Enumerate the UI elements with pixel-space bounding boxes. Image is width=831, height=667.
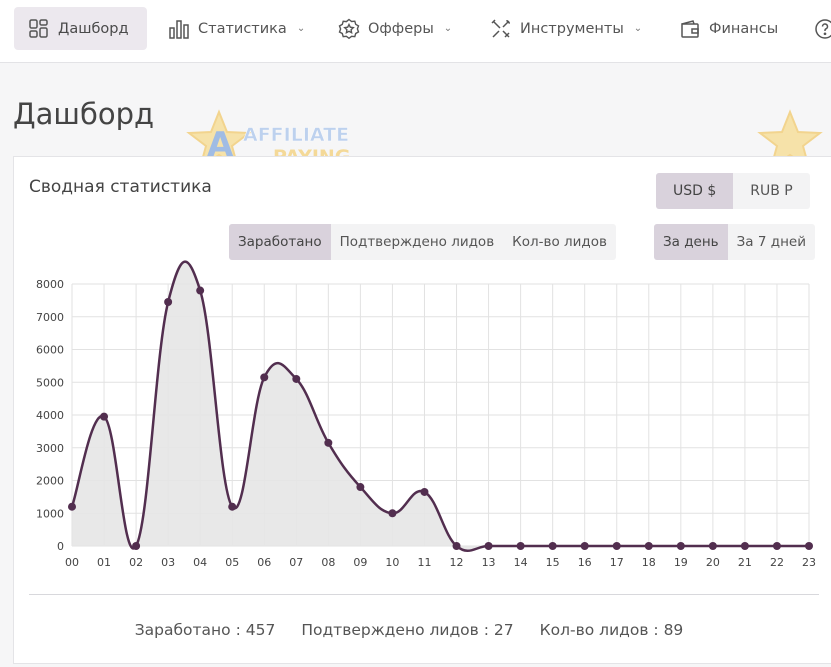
y-tick-label: 4000: [36, 409, 64, 422]
y-tick-label: 5000: [36, 376, 64, 389]
x-tick-label: 06: [257, 556, 271, 569]
x-tick-label: 03: [161, 556, 175, 569]
x-tick-label: 01: [97, 556, 111, 569]
data-point[interactable]: [260, 373, 269, 382]
x-tick-label: 09: [353, 556, 367, 569]
x-tick-label: 16: [578, 556, 592, 569]
summary-totals: Заработано : 457 Подтверждено лидов : 27…: [14, 621, 804, 639]
bar-chart-icon: [169, 19, 189, 39]
summary-card: Сводная статистика USD $ RUB Р Заработан…: [13, 156, 831, 664]
chevron-down-icon: ⌄: [633, 23, 643, 34]
y-tick-label: 7000: [36, 311, 64, 324]
x-tick-label: 23: [802, 556, 816, 569]
summary-earned: Заработано : 457: [134, 621, 276, 639]
data-point[interactable]: [805, 542, 813, 550]
data-point[interactable]: [580, 542, 589, 550]
tools-icon: [491, 18, 511, 38]
y-tick-label: 8000: [36, 278, 64, 291]
data-point[interactable]: [612, 542, 621, 550]
x-tick-label: 22: [770, 556, 784, 569]
data-point[interactable]: [292, 374, 301, 383]
divider: [29, 594, 819, 595]
y-tick-label: 2000: [36, 475, 64, 488]
x-tick-label: 00: [65, 556, 79, 569]
data-point[interactable]: [484, 542, 493, 550]
data-point[interactable]: [132, 542, 141, 550]
summary-leads: Кол-во лидов : 89: [539, 621, 684, 639]
data-point[interactable]: [100, 412, 109, 421]
x-tick-label: 20: [706, 556, 720, 569]
nav-item-label: Дашборд: [58, 20, 129, 37]
data-point[interactable]: [644, 542, 653, 550]
summary-confirmed: Подтверждено лидов : 27: [301, 621, 514, 639]
nav-item-statistics[interactable]: Статистика ⌄: [154, 7, 319, 50]
nav-item-offers[interactable]: Офферы ⌄: [324, 7, 466, 50]
top-navigation: Дашборд Статистика ⌄ Офферы ⌄ Инструмент…: [0, 0, 831, 63]
x-tick-label: 14: [514, 556, 528, 569]
data-point[interactable]: [356, 483, 365, 492]
data-point[interactable]: [452, 542, 461, 550]
nav-item-tools[interactable]: Инструменты ⌄: [476, 7, 656, 50]
x-tick-label: 07: [289, 556, 303, 569]
data-point[interactable]: [196, 286, 205, 295]
x-tick-label: 10: [385, 556, 399, 569]
x-tick-label: 15: [546, 556, 560, 569]
y-tick-label: 6000: [36, 344, 64, 357]
data-point[interactable]: [708, 542, 717, 550]
nav-item-finance[interactable]: Финансы: [665, 7, 792, 50]
data-point[interactable]: [548, 542, 557, 550]
nav-item-label: Офферы: [368, 20, 434, 37]
x-tick-label: 08: [321, 556, 335, 569]
y-tick-label: 0: [57, 540, 64, 553]
data-point[interactable]: [228, 502, 237, 511]
nav-item-label: Статистика: [198, 20, 287, 37]
nav-item-label: Финансы: [709, 20, 779, 37]
help-button[interactable]: [804, 7, 831, 50]
x-tick-label: 02: [129, 556, 143, 569]
y-tick-label: 3000: [36, 442, 64, 455]
data-point[interactable]: [388, 509, 397, 518]
data-point[interactable]: [772, 542, 781, 550]
earnings-chart: 0 1000 2000 3000 4000 5000 6000 7000 8000 00 01 02 0…: [36, 260, 816, 569]
data-point[interactable]: [324, 438, 333, 447]
x-tick-label: 13: [482, 556, 496, 569]
x-tick-label: 21: [738, 556, 752, 569]
x-tick-label: 12: [450, 556, 464, 569]
data-point[interactable]: [740, 542, 749, 550]
help-icon: [815, 18, 831, 39]
nav-item-dashboard[interactable]: Дашборд: [14, 7, 147, 50]
data-point[interactable]: [68, 502, 76, 511]
data-point[interactable]: [420, 487, 429, 496]
x-tick-label: 18: [642, 556, 656, 569]
watermark-line1: AFFILIATE: [243, 124, 349, 146]
y-tick-label: 1000: [36, 507, 64, 520]
data-point[interactable]: [676, 542, 685, 550]
x-tick-label: 04: [193, 556, 207, 569]
x-tick-label: 11: [417, 556, 431, 569]
x-tick-label: 05: [225, 556, 239, 569]
wallet-icon: [681, 19, 699, 38]
badge-star-icon: [338, 18, 360, 39]
x-tick-label: 19: [674, 556, 688, 569]
nav-item-label: Инструменты: [520, 20, 624, 37]
page-title: Дашборд: [13, 97, 155, 131]
dashboard-icon: [29, 18, 48, 38]
chevron-down-icon: ⌄: [296, 23, 306, 34]
chevron-down-icon: ⌄: [443, 23, 453, 34]
data-point[interactable]: [516, 542, 525, 550]
data-point[interactable]: [164, 298, 173, 307]
x-tick-label: 17: [610, 556, 624, 569]
series-area: [72, 261, 809, 551]
